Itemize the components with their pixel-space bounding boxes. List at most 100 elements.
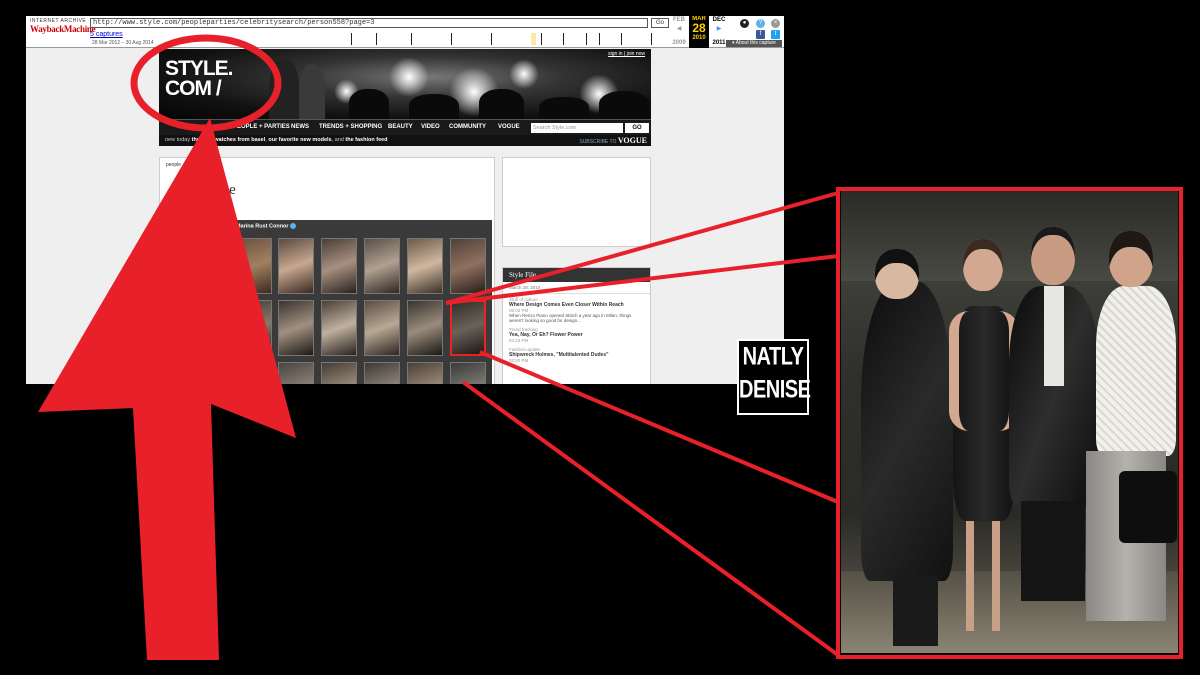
grid-thumbnail[interactable] <box>450 238 486 294</box>
next-arrow-icon[interactable]: ▶ <box>709 25 729 32</box>
ticker-separator-2: , and <box>331 137 346 143</box>
about-capture-button[interactable]: ▾ About this capture <box>726 40 782 47</box>
grid-thumbnail[interactable] <box>278 362 314 384</box>
wayback-logo[interactable]: INTERNET ARCHIVE WaybackMachine <box>30 18 96 34</box>
list-item[interactable]: Fashion update Shipwreck Holmes, "Multit… <box>503 344 650 364</box>
user-icon[interactable]: ● <box>740 19 749 28</box>
person-2-legs <box>966 521 1000 631</box>
capture-timeline[interactable] <box>331 33 671 45</box>
person-3-shirt <box>1044 286 1064 386</box>
prev-arrow-icon[interactable]: ◀ <box>669 25 689 32</box>
archived-page-screenshot: INTERNET ARCHIVE WaybackMachine http://w… <box>26 16 784 384</box>
person-1-head <box>875 249 919 299</box>
captures-link[interactable]: 5 captures <box>90 31 123 38</box>
vogue-wordmark: VOGUE <box>617 136 647 145</box>
person-lace-blouse <box>1096 286 1176 456</box>
person-3-legs <box>1021 501 1085 601</box>
month-navigator: FEB ◀ 2009 MAR 28 2010 DEC ▶ 2011 <box>672 16 733 48</box>
nav-community[interactable]: COMMUNITY <box>449 124 486 130</box>
item-time: 04:23 PM <box>509 338 529 343</box>
nav-vogue[interactable]: VOGUE <box>498 124 520 130</box>
ad-slot[interactable] <box>502 157 651 247</box>
wayback-go-button[interactable]: Go <box>651 18 669 28</box>
logo-line-2: COM / <box>165 77 222 100</box>
grid-thumbnail[interactable] <box>236 362 272 384</box>
facebook-icon[interactable]: f <box>756 30 765 39</box>
style-com-logo[interactable]: STYLE. COM / <box>165 57 245 100</box>
style-file-panel: Style File March 28, 2010 Stuff of cultu… <box>502 267 651 384</box>
grid-thumbnail[interactable] <box>364 362 400 384</box>
site-search-button[interactable]: GO <box>625 123 649 133</box>
ticker-link-feed[interactable]: the fashion feed <box>345 137 387 143</box>
section-label[interactable]: MODELS <box>200 210 221 216</box>
grid-thumbnail[interactable] <box>407 362 443 384</box>
ticker-link-models[interactable]: our favorite new models <box>268 137 331 143</box>
list-item[interactable]: Stuff of culture Where Design Comes Even… <box>503 294 650 324</box>
subscribe-vogue-link[interactable]: SUBSCRIBE TO VOGUE <box>579 135 647 148</box>
grid-thumbnail[interactable] <box>364 300 400 356</box>
grid-thumbnail[interactable] <box>450 362 486 384</box>
grid-title-text: Marina Rust Connor <box>236 223 289 230</box>
person-black-coat <box>861 281 953 581</box>
current-capture-date: MAR 28 2010 <box>689 16 709 48</box>
style-file-date: March 28, 2010 <box>503 282 650 294</box>
logo-line-1: STYLE. <box>165 57 234 80</box>
browse-panel: people · s rowse MODELS Marina Rust Conn… <box>159 157 495 384</box>
grid-thumbnail[interactable] <box>236 238 272 294</box>
news-ticker: new today the best watches from basel, o… <box>159 135 651 146</box>
wayback-toolbar: INTERNET ARCHIVE WaybackMachine http://w… <box>26 16 784 48</box>
nav-video[interactable]: VIDEO <box>421 124 440 130</box>
item-time: 03:50 PM <box>509 358 529 363</box>
list-item[interactable]: Trend tracking Yea, Nay, Or Eh? Flower P… <box>503 324 650 344</box>
person-2-head <box>963 239 1003 291</box>
main-nav: PEOPLE + PARTIES NEWS TRENDS + SHOPPING … <box>159 119 651 135</box>
grid-thumbnail[interactable] <box>407 300 443 356</box>
style-file-header[interactable]: Style File <box>503 268 650 282</box>
photo-grid: Marina Rust Connor <box>230 220 492 384</box>
ticker-prefix: new today <box>165 137 191 143</box>
current-year: 2010 <box>692 35 706 41</box>
close-icon[interactable]: × <box>771 19 780 28</box>
grid-title: Marina Rust Connor <box>236 223 297 230</box>
zoomed-party-photo <box>841 191 1178 653</box>
wayback-logo-name: WaybackMachine <box>30 24 96 34</box>
grid-thumbnail[interactable] <box>407 238 443 294</box>
grid-thumbnail[interactable] <box>321 300 357 356</box>
badge-line-2: DENISE <box>739 376 811 404</box>
nav-people-parties[interactable]: PEOPLE + PARTIES <box>233 124 290 130</box>
info-icon[interactable] <box>290 223 297 229</box>
style-com-page: sign in | join now STYLE. COM / PEOPLE +… <box>159 49 651 384</box>
callout-line <box>461 380 840 657</box>
nav-beauty[interactable]: BEAUTY <box>388 124 413 130</box>
prev-year: 2009 <box>672 40 686 46</box>
breadcrumb[interactable]: people · s <box>166 162 188 168</box>
grid-thumbnail[interactable] <box>278 300 314 356</box>
prev-month[interactable]: FEB <box>669 17 689 23</box>
person-3-head <box>1031 227 1075 285</box>
natly-denise-logo: NATLY DENISE <box>737 339 811 415</box>
current-day: 28 <box>692 21 706 35</box>
capture-range: 28 Mar 2012 – 30 Aug 2014 <box>92 40 154 46</box>
twitter-icon[interactable]: t <box>771 30 780 39</box>
grid-thumbnail[interactable] <box>236 300 272 356</box>
grid-thumbnail[interactable] <box>321 362 357 384</box>
handbag <box>1119 471 1177 543</box>
sign-in-link[interactable]: sign in | join now <box>608 51 645 57</box>
subscribe-label: SUBSCRIBE TO <box>579 139 617 145</box>
selected-thumbnail[interactable] <box>450 300 486 356</box>
site-search-input[interactable]: Search Style.com <box>531 123 623 133</box>
page-title: rowse <box>200 182 236 198</box>
nav-news[interactable]: NEWS <box>291 124 309 130</box>
hero-banner: sign in | join now STYLE. COM / <box>159 49 651 119</box>
grid-thumbnail[interactable] <box>278 238 314 294</box>
ticker-link-watches[interactable]: the best watches from basel <box>192 137 266 143</box>
help-icon[interactable]: ? <box>756 19 765 28</box>
grid-thumbnail[interactable] <box>364 238 400 294</box>
item-excerpt: When Renzo Piano opened Skitch a year ag… <box>509 313 632 323</box>
nav-trends-shopping[interactable]: TRENDS + SHOPPING <box>319 124 382 130</box>
next-month[interactable]: DEC <box>709 17 729 23</box>
grid-thumbnail[interactable] <box>321 238 357 294</box>
person-1-legs <box>893 576 938 646</box>
person-4-head <box>1109 231 1153 287</box>
wayback-url-input[interactable]: http://www.style.com/peopleparties/celeb… <box>90 18 648 28</box>
